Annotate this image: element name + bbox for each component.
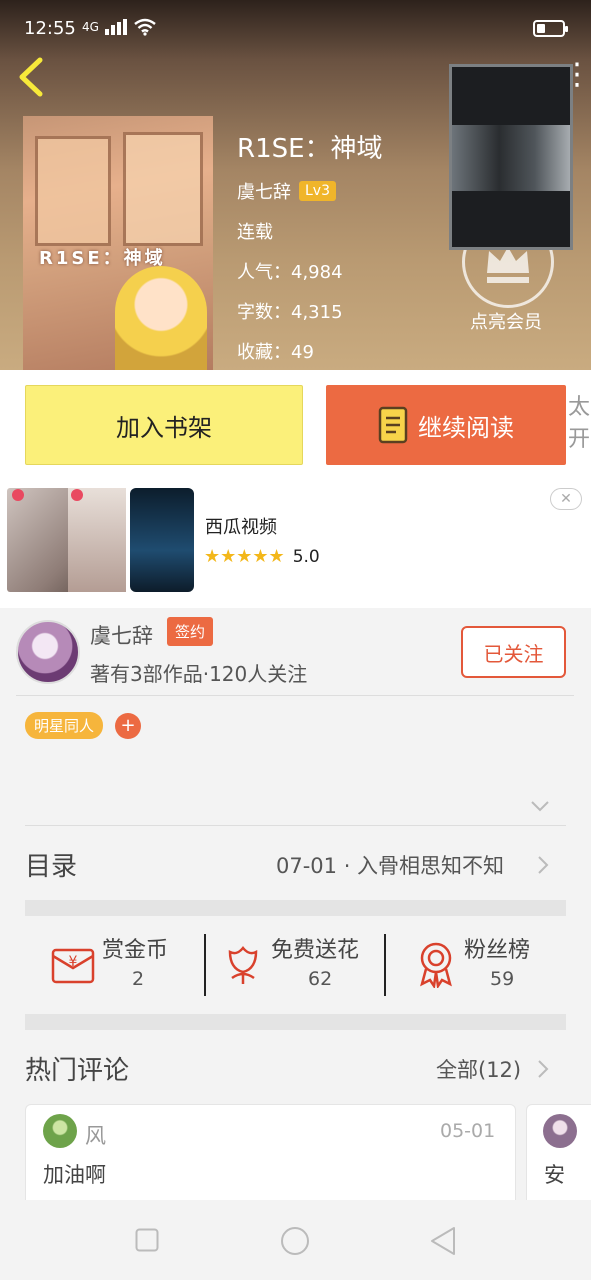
latest-chapter[interactable]: 07-01 · 入骨相思知不知 (276, 850, 504, 880)
level-badge: Lv3 (299, 181, 336, 201)
status-bar: 12:55 4G (0, 0, 591, 46)
commenter-name: 风 (85, 1124, 106, 1148)
hot-comments-title: 热门评论 (25, 1056, 130, 1086)
network-type: 4G (82, 20, 99, 34)
comment-text: 安 (544, 1163, 565, 1187)
follow-button[interactable]: 已关注 (461, 626, 566, 678)
back-arrow-icon[interactable] (14, 56, 50, 98)
cover-title: R1SE：神域 (39, 248, 166, 269)
author-name[interactable]: 虞七辞 (237, 178, 291, 204)
free-flowers-stat[interactable]: 免费送花 62 (224, 932, 374, 1000)
chevron-down-icon[interactable] (530, 800, 550, 812)
section-divider (25, 1014, 566, 1030)
signal-icon (104, 19, 127, 35)
ad-dot-icon (12, 489, 24, 501)
star-icons: ★★★★★ (204, 546, 285, 567)
author-section-name[interactable]: 虞七辞 (90, 620, 153, 650)
book-favorites: 收藏：49 (237, 342, 314, 363)
ad-phone-image (130, 488, 194, 592)
back-nav-icon[interactable] (430, 1226, 456, 1256)
author-avatar[interactable] (16, 620, 80, 684)
side-text-2: 开, (568, 427, 591, 452)
author-row: 虞七辞 Lv3 (237, 178, 336, 204)
comment-date: 05-01 (440, 1120, 496, 1142)
stat-value: 2 (132, 968, 145, 990)
commenter-avatar[interactable] (543, 1114, 577, 1148)
book-title: R1SE：神域 (237, 134, 383, 164)
divider (25, 825, 566, 826)
side-overlay-text: 太师 开, (568, 392, 591, 456)
genre-tag[interactable]: 明星同人 (25, 712, 104, 739)
medal-icon (420, 942, 452, 988)
divider (204, 934, 206, 996)
author-description: 著有3部作品·120人关注 (90, 662, 308, 686)
chevron-right-icon[interactable] (537, 1059, 549, 1079)
floating-video-thumbnail[interactable] (449, 64, 573, 250)
svg-text:¥: ¥ (69, 954, 78, 970)
divider (16, 695, 574, 696)
divider (384, 934, 386, 996)
home-icon[interactable] (280, 1226, 310, 1256)
comment-text: 加油啊 (43, 1163, 106, 1187)
ad-close-icon[interactable]: ✕ (550, 488, 582, 510)
stat-label: 粉丝榜 (464, 938, 531, 963)
comment-card[interactable]: 风 05-01 加油啊 (25, 1104, 516, 1214)
add-tag-button[interactable]: + (115, 713, 141, 739)
book-header: 12:55 4G ⋮ R1SE：神域 R1SE：神域 虞七辞 Lv3 连载 人气… (0, 0, 591, 370)
book-icon (378, 406, 408, 444)
book-status: 连载 (237, 222, 273, 243)
book-cover: R1SE：神域 (23, 116, 213, 370)
stat-label: 赏金币 (102, 938, 169, 963)
wifi-icon (134, 18, 156, 36)
stat-value: 59 (490, 968, 515, 990)
section-divider (25, 900, 566, 916)
chevron-right-icon[interactable] (537, 855, 549, 875)
ad-dot-icon (71, 489, 83, 501)
stat-value: 62 (308, 968, 333, 990)
reward-coins-stat[interactable]: ¥ 赏金币 2 (50, 932, 190, 1000)
book-popularity: 人气：4,984 (237, 262, 343, 283)
side-text-1: 太师 (568, 395, 591, 420)
stats-row: ¥ 赏金币 2 免费送花 62 粉丝榜 59 (0, 918, 591, 1014)
ad-banner[interactable]: 西瓜视频 ★★★★★ 5.0 ✕ (0, 480, 591, 608)
battery-icon (533, 20, 568, 37)
flower-icon (228, 946, 258, 984)
comment-card[interactable]: 安 (526, 1104, 591, 1214)
signal-icons: 4G (82, 18, 157, 36)
ad-image (68, 488, 126, 592)
ad-rating: ★★★★★ 5.0 (204, 546, 320, 567)
system-nav-bar (0, 1200, 591, 1280)
action-bar: 加入书架 继续阅读 太师 开, (0, 370, 591, 480)
status-time: 12:55 (24, 18, 76, 39)
toc-title[interactable]: 目录 (25, 846, 77, 883)
continue-reading-button[interactable]: 继续阅读 (326, 385, 566, 465)
stat-label: 免费送花 (271, 938, 360, 963)
author-section: 虞七辞 签约 著有3部作品·120人关注 已关注 明星同人 + (0, 608, 591, 826)
book-word-count: 字数：4,315 (237, 302, 343, 323)
commenter-avatar[interactable] (43, 1114, 77, 1148)
red-envelope-icon: ¥ (51, 948, 95, 984)
continue-reading-label: 继续阅读 (418, 413, 514, 442)
ad-title: 西瓜视频 (205, 517, 277, 538)
vip-label[interactable]: 点亮会员 (470, 308, 542, 334)
all-comments-link[interactable]: 全部(12) (436, 1054, 521, 1084)
add-to-shelf-button[interactable]: 加入书架 (25, 385, 303, 465)
recent-apps-icon[interactable] (135, 1228, 159, 1252)
fan-ranking-stat[interactable]: 粉丝榜 59 (416, 932, 556, 1000)
ad-rating-value: 5.0 (292, 546, 320, 567)
signed-badge: 签约 (167, 617, 214, 646)
